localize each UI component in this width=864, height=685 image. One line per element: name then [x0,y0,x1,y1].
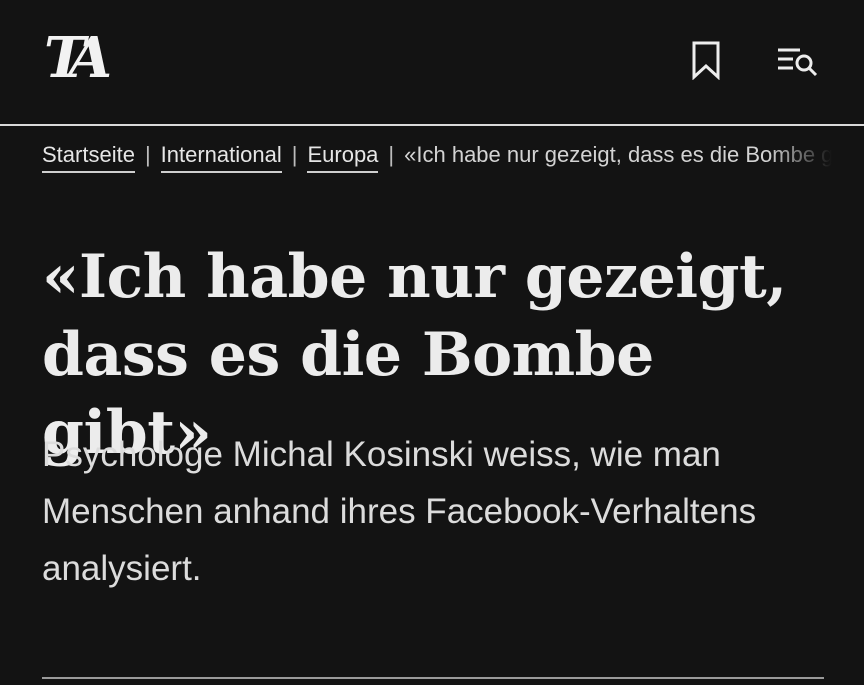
article-lead: Psychologe Michal Kosinski weiss, wie ma… [42,435,757,588]
breadcrumb-international[interactable]: International [160,142,282,173]
divider [42,677,824,679]
menu-search-icon [776,42,820,83]
bookmark-button[interactable] [684,40,728,84]
breadcrumb-europa[interactable]: Europa [307,142,379,173]
top-bar: TA [0,0,864,126]
breadcrumb-separator: | [388,142,395,167]
logo[interactable]: TA [44,22,114,94]
breadcrumb-separator: | [291,142,298,167]
menu-search-button[interactable] [776,40,820,84]
breadcrumb-startseite[interactable]: Startseite [42,142,135,173]
breadcrumb-current: «Ich habe nur gezeigt, dass es die Bombe… [404,142,832,167]
breadcrumb-separator: | [144,142,151,167]
bookmark-icon [690,40,722,85]
breadcrumb: Startseite | International | Europa | «Ich hab… [42,140,832,180]
